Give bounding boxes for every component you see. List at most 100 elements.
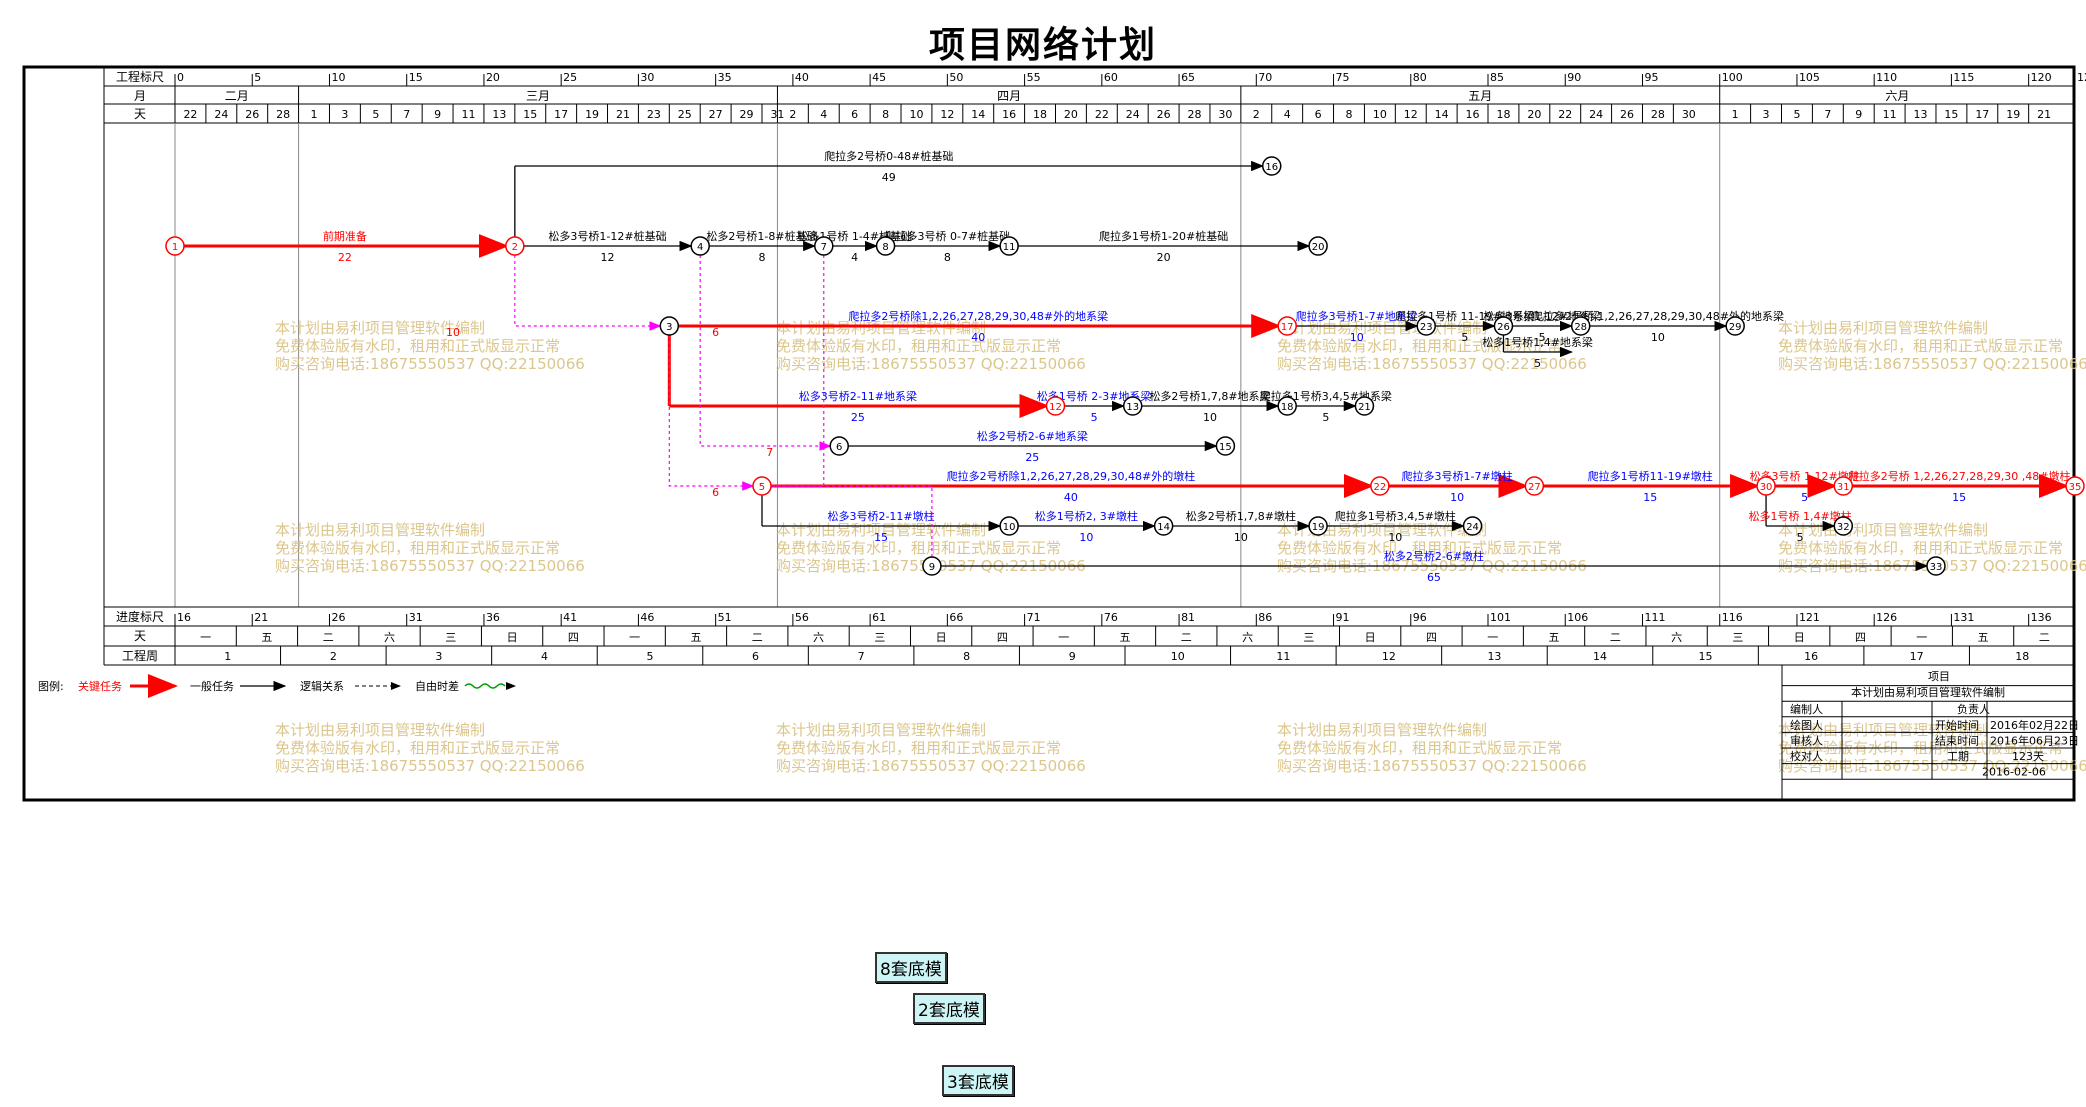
day-number: 22 — [1558, 108, 1572, 121]
weekday: 二 — [1610, 631, 1621, 644]
info-editor: 编制人 — [1790, 702, 1823, 716]
day-number: 28 — [1188, 108, 1202, 121]
work-week: 13 — [1487, 650, 1501, 663]
work-week: 9 — [1069, 650, 1076, 663]
activity-duration: 5 — [1534, 357, 1541, 370]
day-number: 4 — [1284, 108, 1291, 121]
weekday: 三 — [874, 631, 885, 644]
weekday: 二 — [2039, 631, 2050, 644]
weekday: 五 — [261, 631, 272, 644]
day-number: 15 — [1944, 108, 1958, 121]
info-owner: 负责人 — [1957, 702, 1990, 716]
activity-name: 松多2号桥2-6#墩柱 — [1384, 549, 1484, 563]
scale-tick-label: 25 — [563, 71, 577, 84]
activity-duration: 8 — [944, 251, 951, 264]
day-number: 2 — [1253, 108, 1260, 121]
activity-duration: 4 — [851, 251, 858, 264]
day-number: 24 — [214, 108, 228, 121]
day-number: 3 — [341, 108, 348, 121]
activity-name: 松多2号桥2-6#地系梁 — [977, 429, 1088, 443]
work-week: 11 — [1276, 650, 1290, 663]
progress-tick-label: 16 — [177, 611, 191, 624]
day-number: 10 — [1373, 108, 1387, 121]
watermark-text: 购买咨询电话:18675550537 QQ:22150066 — [776, 757, 1086, 775]
day-number: 24 — [1589, 108, 1603, 121]
activity-duration: 25 — [1025, 451, 1039, 464]
progress-tick-label: 101 — [1490, 611, 1511, 624]
activity-name: 爬拉多3号桥 0-7#桩基础 — [885, 229, 1011, 243]
work-week: 3 — [435, 650, 442, 663]
legend-normal-label: 一般任务 — [190, 680, 234, 693]
weekday: 三 — [1303, 631, 1314, 644]
watermark-text: 本计划由易利项目管理软件编制 — [776, 721, 986, 739]
node-number: 16 — [1265, 162, 1278, 173]
scale-tick-label: 100 — [1722, 71, 1743, 84]
work-week: 5 — [647, 650, 654, 663]
footer-day-label: 天 — [134, 629, 146, 643]
watermark-text: 购买咨询电话:18675550537 QQ:22150066 — [1277, 757, 1587, 775]
watermark-text: 本计划由易利项目管理软件编制 — [1778, 521, 1988, 539]
day-number: 21 — [616, 108, 630, 121]
progress-tick-label: 56 — [795, 611, 809, 624]
scale-tick-label: 10 — [331, 71, 345, 84]
node-number: 17 — [1281, 322, 1294, 333]
work-week: 16 — [1804, 650, 1818, 663]
activity-duration: 5 — [1461, 331, 1468, 344]
scale-tick-label: 85 — [1490, 71, 1504, 84]
free-float-label: 10 — [446, 326, 460, 339]
weekday: 一 — [1916, 631, 1927, 644]
activity-duration: 20 — [1157, 251, 1171, 264]
scale-tick-label: 80 — [1413, 71, 1427, 84]
info-start-label: 开始时间 — [1935, 718, 1979, 732]
watermark-text: 购买咨询电话:18675550537 QQ:22150066 — [776, 355, 1086, 373]
template-button-3[interactable]: 3套底模 — [942, 1065, 1014, 1096]
activity-name: 松多3号桥2-11#墩柱 — [827, 509, 934, 523]
activity-duration: 25 — [851, 411, 865, 424]
month-name: 二月 — [225, 89, 249, 103]
day-number: 16 — [1002, 108, 1016, 121]
activity-name: 前期准备 — [323, 229, 367, 243]
scale-tick-label: 90 — [1567, 71, 1581, 84]
node-number: 13 — [1126, 402, 1139, 413]
day-number: 18 — [1496, 108, 1510, 121]
template-button-2[interactable]: 2套底模 — [913, 993, 985, 1024]
work-week: 6 — [752, 650, 759, 663]
info-end-label: 结束时间 — [1935, 734, 1979, 747]
watermark-text: 购买咨询电话:18675550537 QQ:22150066 — [1778, 355, 2086, 373]
work-week: 18 — [2015, 650, 2029, 663]
day-number: 30 — [1682, 108, 1696, 121]
scale-tick-label: 60 — [1104, 71, 1118, 84]
day-number: 6 — [851, 108, 858, 121]
node-number: 27 — [1528, 482, 1541, 493]
scale-tick-label: 5 — [254, 71, 261, 84]
watermark-text: 免费体验版有水印，租用和正式版显示正常 — [275, 739, 560, 757]
progress-tick-label: 111 — [1644, 611, 1665, 624]
day-number: 3 — [1763, 108, 1770, 121]
day-number: 17 — [554, 108, 568, 121]
progress-tick-label: 126 — [1876, 611, 1897, 624]
scale-tick-label: 0 — [177, 71, 184, 84]
activity-name: 爬拉多1号桥3,4,5#墩柱 — [1335, 509, 1456, 523]
activity-duration: 10 — [1234, 531, 1248, 544]
progress-tick-label: 66 — [949, 611, 963, 624]
weekday: 四 — [568, 631, 579, 644]
node-number: 12 — [1049, 402, 1062, 413]
template-button-8[interactable]: 8套底模 — [875, 952, 947, 983]
node-number: 9 — [929, 562, 935, 573]
day-number: 9 — [1855, 108, 1862, 121]
day-number: 7 — [403, 108, 410, 121]
progress-tick-label: 41 — [563, 611, 577, 624]
watermark-text: 免费体验版有水印，租用和正式版显示正常 — [776, 337, 1061, 355]
activity-duration: 12 — [601, 251, 615, 264]
activity-name: 松多3号桥2-11#地系梁 — [799, 389, 917, 403]
work-week: 1 — [224, 650, 231, 663]
watermark-text: 免费体验版有水印，租用和正式版显示正常 — [776, 539, 1061, 557]
node-number: 5 — [759, 482, 765, 493]
progress-scale-label: 进度标尺 — [116, 609, 164, 624]
progress-tick-label: 31 — [409, 611, 423, 624]
day-number: 18 — [1033, 108, 1047, 121]
activity-duration: 15 — [874, 531, 888, 544]
activity-duration: 40 — [1064, 491, 1078, 504]
activity-name: 爬拉多2号桥除1,2,26,27,28,29,30,48#外的地系梁 — [848, 309, 1108, 323]
activity-name: 爬拉多1号桥11-19#墩柱 — [1588, 469, 1713, 483]
